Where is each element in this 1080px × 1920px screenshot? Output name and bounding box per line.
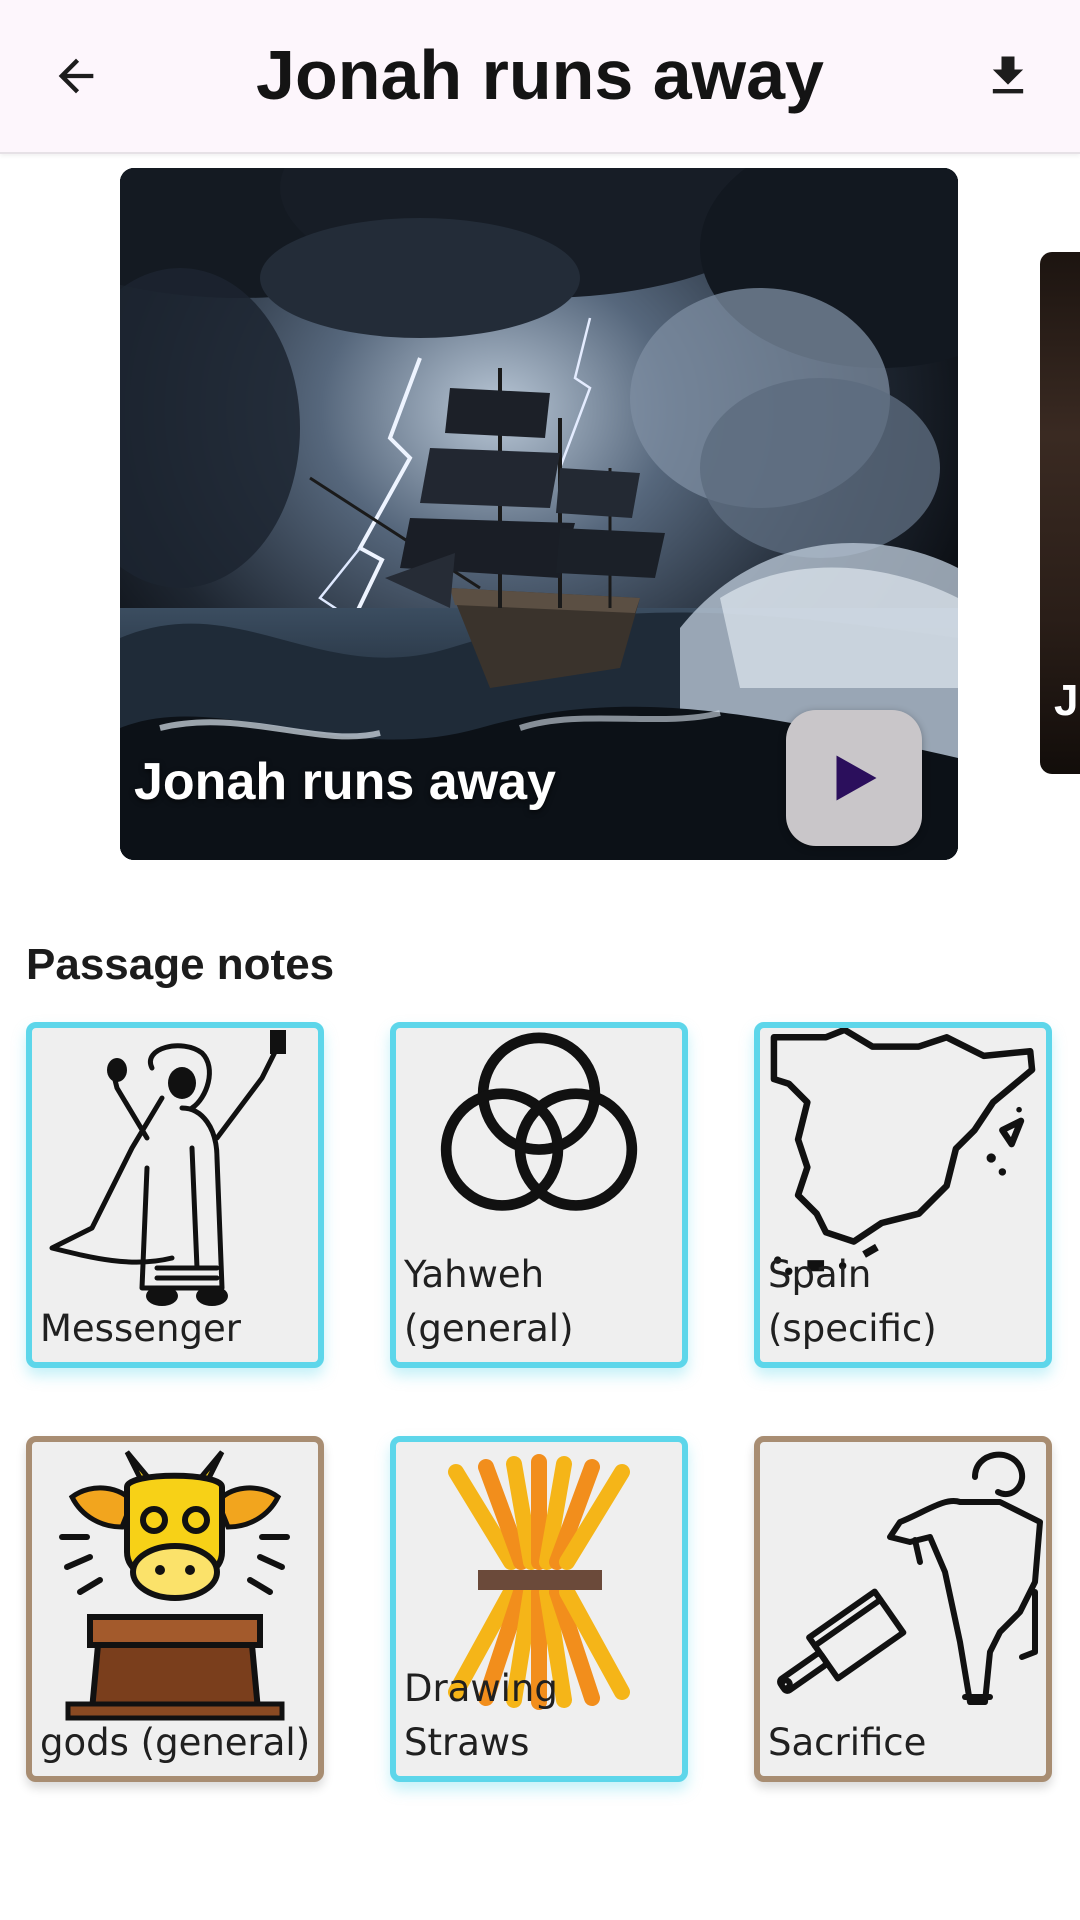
next-slide-peek[interactable]: J [1040, 252, 1080, 774]
section-heading: Passage notes [26, 940, 335, 989]
story-carousel[interactable]: Jonah runs away J [0, 152, 1080, 872]
back-button[interactable] [36, 36, 116, 116]
note-card-yahweh[interactable]: Yahweh (general) [390, 1022, 688, 1368]
play-icon [836, 755, 877, 801]
note-label: Messenger [40, 1307, 241, 1350]
note-label: Spain (specific) [768, 1253, 937, 1350]
page-title: Jonah runs away [256, 36, 824, 114]
note-card-spain[interactable]: Spain (specific) [754, 1022, 1052, 1368]
golden-calf-icon [59, 1450, 290, 1721]
note-card-gods[interactable]: gods (general) [26, 1436, 324, 1782]
app-bar: Jonah runs away [0, 0, 1080, 154]
slide-title: Jonah runs away [134, 753, 556, 811]
note-label: Sacrifice [768, 1721, 927, 1764]
messenger-icon [49, 1030, 286, 1306]
goat-cleaver-icon [777, 1451, 1043, 1705]
note-card-sacrifice[interactable]: Sacrifice [754, 1436, 1052, 1782]
note-label: Yahweh (general) [404, 1253, 574, 1350]
download-button[interactable] [968, 36, 1048, 116]
note-card-messenger[interactable]: Messenger [26, 1022, 324, 1368]
note-card-drawing-straws[interactable]: Drawing Straws [390, 1436, 688, 1782]
note-label: Drawing Straws [404, 1667, 558, 1764]
arrow-left-icon [58, 58, 94, 94]
current-slide[interactable]: Jonah runs away [120, 168, 958, 860]
play-button[interactable] [786, 710, 922, 846]
next-slide-title: J [1054, 676, 1079, 725]
trinity-rings-icon [440, 1032, 638, 1211]
download-icon [992, 56, 1024, 94]
note-label: gods (general) [40, 1721, 311, 1764]
